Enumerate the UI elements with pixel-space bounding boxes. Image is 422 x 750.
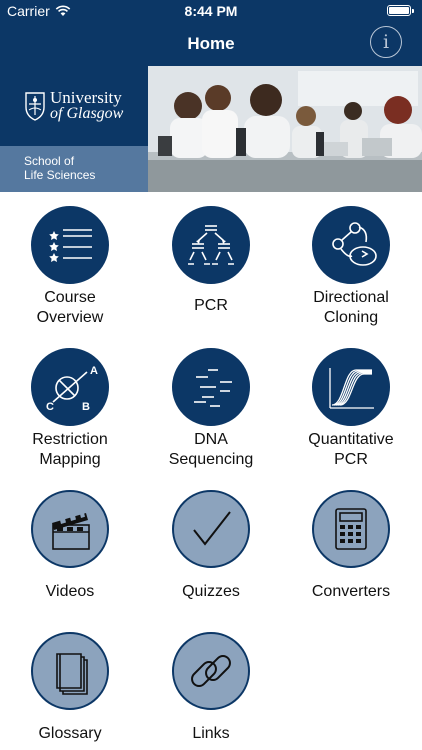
university-crest-icon xyxy=(25,92,45,121)
restriction-letter-a: A xyxy=(90,365,98,377)
info-icon: i xyxy=(382,31,390,53)
restriction-mapping-icon: A B C xyxy=(46,365,98,413)
tile-label: Directional Cloning xyxy=(313,289,389,326)
clapperboard-icon xyxy=(52,512,90,550)
school-name: School of Life Sciences xyxy=(0,146,148,192)
navigation-bar: Home i xyxy=(0,22,422,66)
school-name-line2: Life Sciences xyxy=(24,168,96,182)
tile-label: PCR xyxy=(194,297,228,314)
book-icon xyxy=(56,653,88,695)
restriction-letter-c: C xyxy=(46,401,54,413)
university-name-line1: University xyxy=(50,88,122,107)
tile-label: Restriction Mapping xyxy=(32,431,108,468)
university-logo: University of Glasgow xyxy=(24,88,124,122)
tile-label: Course Overview xyxy=(36,289,104,326)
status-time: 8:44 PM xyxy=(184,3,238,19)
tile-label: DNA Sequencing xyxy=(168,431,254,468)
university-name: University of Glasgow xyxy=(50,88,124,122)
tile-label: Quizzes xyxy=(182,583,240,600)
laboratory-photo xyxy=(148,66,422,192)
course-overview-icon xyxy=(49,229,92,262)
directional-cloning-icon xyxy=(332,222,377,266)
tile-label: Videos xyxy=(45,583,95,600)
school-name-line1: School of xyxy=(24,154,75,168)
calculator-icon xyxy=(335,508,367,550)
chain-link-icon xyxy=(191,655,231,687)
pcr-icon xyxy=(188,225,234,265)
header-banner: University of Glasgow School of Life Sci… xyxy=(0,66,422,192)
tile-label: Links xyxy=(192,725,230,742)
tile-label: Converters xyxy=(311,583,391,600)
status-bar: Carrier 8:44 PM xyxy=(0,0,422,22)
checkmark-icon xyxy=(193,511,231,546)
battery-level xyxy=(389,7,409,14)
tile-label: Glossary xyxy=(38,725,102,742)
university-brand: University of Glasgow xyxy=(0,66,148,146)
quantitative-pcr-icon xyxy=(329,368,374,409)
university-name-line2: of Glasgow xyxy=(50,105,124,122)
page-title: Home xyxy=(187,34,235,53)
battery-icon xyxy=(387,5,414,16)
tile-label: Quantitative PCR xyxy=(308,431,394,468)
restriction-letter-b: B xyxy=(82,401,90,413)
info-button[interactable]: i xyxy=(370,26,402,58)
dna-sequencing-icon xyxy=(194,369,232,407)
